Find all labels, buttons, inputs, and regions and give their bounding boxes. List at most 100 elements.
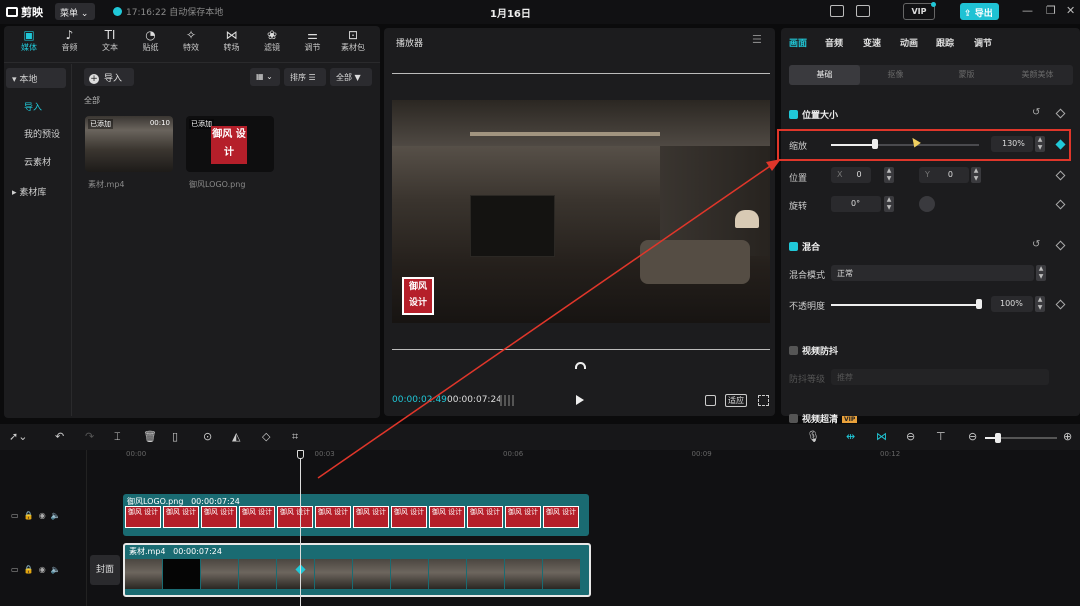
sidebar-item-presets[interactable]: 我的预设 [18,123,78,143]
x-stepper[interactable]: ▲ ▼ [884,167,894,183]
opacity-stepper[interactable]: ▲ ▼ [1035,296,1045,312]
y-field[interactable]: Y0 [919,167,969,183]
rotate-dial[interactable] [919,196,935,212]
fit-button[interactable]: 适应 [725,394,747,407]
freeze-icon[interactable]: ▯ [172,430,178,443]
player-menu-icon[interactable]: ☰ [752,33,762,46]
y-stepper[interactable]: ▲ ▼ [971,167,981,183]
menu-button[interactable]: 菜单 ⌄ [55,3,95,20]
tool-package[interactable]: ⊡ 素材包 [334,28,372,53]
import-button[interactable]: + 导入 [84,68,134,86]
opacity-label: 不透明度 [789,302,826,312]
main-video-clip[interactable]: 素材.mp4 00:00:07:24 [123,543,591,597]
playhead[interactable] [300,450,301,606]
redo-icon[interactable]: ↷ [85,430,94,443]
checkbox-icon[interactable] [789,242,798,251]
screenshot-icon[interactable] [705,395,716,406]
section-blend[interactable]: 混合 [789,240,820,253]
view-toggle-button[interactable]: ▦ ⌄ [250,68,280,86]
subtab-3[interactable]: 美颜美体 [1002,69,1073,80]
rotate-input[interactable]: 0° [831,196,881,212]
canvas-handle-icon[interactable] [575,362,586,369]
stabilize-level-select[interactable]: 推荐 [831,369,1049,385]
split-icon[interactable]: ⌶ [114,430,121,444]
speaker-icon[interactable]: 🔈 [51,565,61,574]
speaker-icon[interactable]: 🔈 [51,511,61,520]
delete-icon[interactable]: 🗑 [143,430,157,443]
rotate-icon[interactable]: ◇ [262,430,270,443]
tool-transition[interactable]: ⋈ 转场 [213,28,251,53]
select-tool-icon[interactable]: ➚⌄ [9,430,27,443]
sidebar-item-local[interactable]: ▾ 本地 [6,68,66,88]
waveform-icon[interactable] [500,395,516,406]
keyboard-icon[interactable] [830,5,844,17]
section-stabilize[interactable]: 视频防抖 [789,344,838,357]
sidebar-item-import[interactable]: 导入 [18,96,78,116]
media-thumb-logo[interactable]: 已添加 御风 设计 [186,116,274,172]
tool-filter[interactable]: ❀ 滤镜 [253,28,291,53]
main-track-magnet-icon[interactable]: ⇹ [846,430,855,443]
zoom-out-icon[interactable]: ⊖ [968,430,977,443]
tool-adjust[interactable]: ⚌ 调节 [294,28,332,53]
sort-button[interactable]: 排序 ☰ [284,68,326,86]
tool-sticker[interactable]: ◔ 贴纸 [132,28,170,53]
blend-mode-select[interactable]: 正常 [831,265,1034,281]
subtab-1[interactable]: 抠像 [860,69,931,80]
tool-media[interactable]: ▣ 媒体 [10,28,48,53]
opacity-slider-knob[interactable] [976,299,982,309]
overlay-logo[interactable]: 御风 设计 [402,277,434,315]
eye-icon[interactable]: ◉ [39,511,46,520]
zoom-in-icon[interactable]: ⊕ [1063,430,1072,443]
tool-text[interactable]: TI 文本 [91,28,129,53]
cover-button[interactable]: 封面 [90,555,120,585]
tab-3[interactable]: 动画 [900,36,918,49]
vip-button[interactable]: VIP [903,2,936,20]
tab-1[interactable]: 音频 [825,36,843,49]
tab-2[interactable]: 变速 [863,36,881,49]
tool-audio[interactable]: ♪ 音频 [51,28,89,53]
reset-icon[interactable]: ↺ [1032,239,1040,250]
record-audio-icon[interactable]: 🎙 [806,430,820,443]
checkbox-icon[interactable] [789,110,798,119]
play-button[interactable] [576,395,584,405]
tool-effects[interactable]: ✧ 特效 [172,28,210,53]
tab-0[interactable]: 画面 [789,36,807,49]
subtab-2[interactable]: 蒙版 [931,69,1002,80]
auto-snap-icon[interactable]: ⋈ [876,430,887,443]
section-position-size[interactable]: 位置大小 [789,108,838,121]
mirror-icon[interactable]: ◭ [232,430,240,443]
checkbox-icon[interactable] [789,414,798,423]
opacity-input[interactable]: 100% [991,296,1033,312]
reverse-icon[interactable]: ⊙ [203,430,212,443]
sidebar-item-cloud[interactable]: 云素材 [18,151,78,171]
fullscreen-icon[interactable] [758,395,769,406]
time-ruler[interactable]: 00:00 00:03 00:06 00:09 00:12 [122,450,1080,460]
eye-icon[interactable]: ◉ [39,565,46,574]
media-thumb-video[interactable]: 已添加 00:10 [85,116,173,172]
close-icon[interactable]: ✕ [1066,4,1075,17]
rotate-stepper[interactable]: ▲ ▼ [884,196,894,212]
lock-icon[interactable]: 🔒 [24,565,34,574]
export-button[interactable]: ⇪ 导出 [960,3,999,20]
crop-icon[interactable]: ⌗ [292,430,298,444]
filter-button[interactable]: 全部 ▼ [330,68,372,86]
blend-mode-stepper[interactable]: ▲ ▼ [1036,265,1046,281]
layout-icon[interactable] [856,5,870,17]
undo-icon[interactable]: ↶ [55,430,64,443]
zoom-slider-knob[interactable] [995,433,1001,443]
x-field[interactable]: X0 [831,167,871,183]
checkbox-icon[interactable] [789,346,798,355]
playhead-handle[interactable] [297,450,304,459]
opacity-slider[interactable] [831,304,979,306]
maximize-icon[interactable]: ❐ [1046,4,1056,17]
tab-5[interactable]: 调节 [974,36,992,49]
link-icon[interactable]: ⊖ [906,430,915,443]
overlay-clip[interactable]: 御风LOGO.png 00:00:07:24 御风 设计 御风 设计 御风 设计 御风… [123,494,589,536]
sidebar-item-library[interactable]: ▸ 素材库 [6,181,66,201]
subtab-0[interactable]: 基础 [789,69,860,80]
minimize-icon[interactable]: — [1022,4,1033,17]
reset-icon[interactable]: ↺ [1032,107,1040,118]
preview-axis-icon[interactable]: ⊤ [936,430,946,443]
lock-icon[interactable]: 🔒 [24,511,34,520]
tab-4[interactable]: 跟踪 [936,36,954,49]
